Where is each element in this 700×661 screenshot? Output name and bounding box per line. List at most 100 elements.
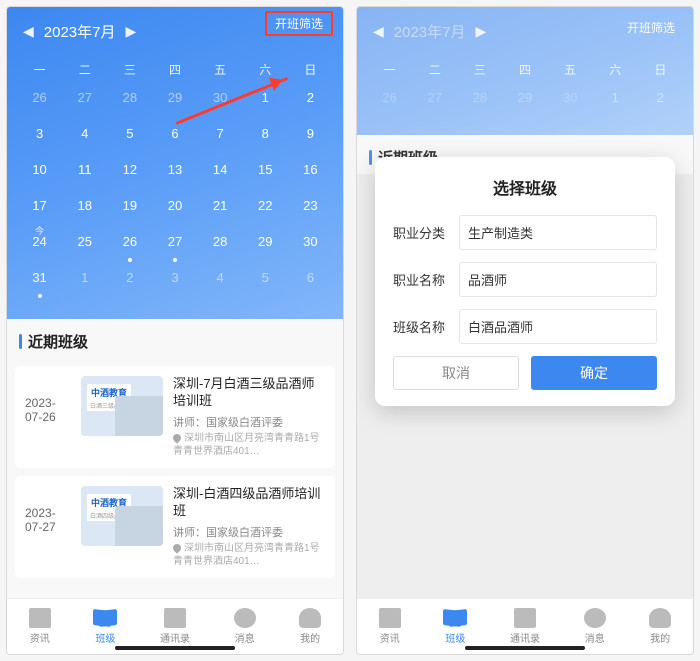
tab-news[interactable]: 资讯 (29, 608, 51, 645)
calendar-day[interactable]: 19 (107, 198, 152, 220)
calendar-day[interactable]: 6 (152, 126, 197, 148)
home-indicator (115, 646, 235, 650)
course-card[interactable]: 2023-07-27中酒教育白酒四级品酒师深圳-白酒四级品酒师培训班讲师：国家级… (15, 476, 335, 578)
modal-field-row: 职业分类生产制造类 (393, 215, 657, 250)
calendar-day[interactable]: 28 (107, 90, 152, 112)
calendar-day[interactable]: 9 (288, 126, 333, 148)
calendar-day[interactable]: 4 (62, 126, 107, 148)
calendar-day[interactable]: 5 (107, 126, 152, 148)
calendar-day[interactable]: 1 (62, 270, 107, 292)
course-card[interactable]: 2023-07-26中酒教育白酒三级品酒师深圳-7月白酒三级品酒师培训班讲师：国… (15, 366, 335, 468)
calendar-day[interactable]: 23 (288, 198, 333, 220)
calendar-day[interactable]: 27 (62, 90, 107, 112)
calendar-day[interactable]: 3 (17, 126, 62, 148)
modal-field-row: 班级名称白酒品酒师 (393, 309, 657, 344)
calendar-day[interactable]: 13 (152, 162, 197, 184)
prev-month-button[interactable]: ◀ (17, 23, 40, 40)
filter-button[interactable]: 开班筛选 (621, 15, 681, 40)
tab-class[interactable]: 班级 (94, 608, 116, 645)
calendar-day[interactable]: 28 (198, 234, 243, 256)
dow-cell: 二 (412, 61, 457, 78)
calendar-day[interactable]: 24今 (17, 234, 62, 256)
next-month-button[interactable]: ▶ (120, 23, 143, 40)
calendar-day[interactable]: 6 (288, 270, 333, 292)
calendar-grid[interactable]: 2627282930123456789101112131415161718192… (17, 90, 333, 292)
tab-label: 我的 (649, 630, 671, 645)
calendar-day[interactable]: 2 (107, 270, 152, 292)
calendar-day[interactable]: 8 (243, 126, 288, 148)
calendar-day[interactable]: 31 (17, 270, 62, 292)
tab-mine[interactable]: 我的 (299, 608, 321, 645)
cancel-button[interactable]: 取消 (393, 356, 519, 390)
tab-label: 消息 (234, 630, 256, 645)
course-thumbnail: 中酒教育白酒三级品酒师 (81, 376, 163, 436)
calendar-day[interactable]: 3 (152, 270, 197, 292)
filter-button[interactable]: 开班筛选 (275, 17, 323, 31)
day-of-week-row: 一二三四五六日 (367, 61, 683, 78)
tab-icon (299, 608, 321, 628)
course-list[interactable]: 2023-07-26中酒教育白酒三级品酒师深圳-7月白酒三级品酒师培训班讲师：国… (7, 358, 343, 598)
tab-contacts[interactable]: 通讯录 (160, 608, 190, 645)
modal-field-row: 职业名称品酒师 (393, 262, 657, 297)
tab-icon (379, 608, 401, 628)
calendar-day[interactable]: 14 (198, 162, 243, 184)
confirm-button[interactable]: 确定 (531, 356, 657, 390)
field-select[interactable]: 生产制造类 (459, 215, 657, 250)
tab-messages[interactable]: 消息 (584, 608, 606, 645)
tab-news[interactable]: 资讯 (379, 608, 401, 645)
tab-icon (444, 608, 466, 628)
calendar-day[interactable]: 5 (243, 270, 288, 292)
calendar-day: 29 (502, 90, 547, 112)
calendar-day: 1 (593, 90, 638, 112)
tab-contacts[interactable]: 通讯录 (510, 608, 540, 645)
tab-icon (649, 608, 671, 628)
dow-cell: 日 (638, 61, 683, 78)
course-title: 深圳-白酒四级品酒师培训班 (173, 486, 325, 520)
select-class-modal: 选择班级 职业分类生产制造类职业名称品酒师班级名称白酒品酒师 取消 确定 (375, 157, 675, 406)
calendar-day[interactable]: 29 (152, 90, 197, 112)
calendar-day[interactable]: 27 (152, 234, 197, 256)
next-month-button[interactable]: ▶ (470, 23, 493, 40)
prev-month-button[interactable]: ◀ (367, 23, 390, 40)
dow-cell: 二 (62, 61, 107, 78)
calendar-day[interactable]: 2 (288, 90, 333, 112)
calendar-day[interactable]: 10 (17, 162, 62, 184)
dow-cell: 五 (198, 61, 243, 78)
calendar-day[interactable]: 16 (288, 162, 333, 184)
course-title: 深圳-7月白酒三级品酒师培训班 (173, 376, 325, 410)
calendar-day[interactable]: 17 (17, 198, 62, 220)
calendar-grid: 262728293012 (367, 90, 683, 112)
tab-label: 消息 (584, 630, 606, 645)
calendar-day[interactable]: 26 (107, 234, 152, 256)
calendar-day[interactable]: 25 (62, 234, 107, 256)
field-select[interactable]: 品酒师 (459, 262, 657, 297)
calendar-day[interactable]: 20 (152, 198, 197, 220)
course-thumbnail: 中酒教育白酒四级品酒师 (81, 486, 163, 546)
calendar-day[interactable]: 11 (62, 162, 107, 184)
calendar-day[interactable]: 29 (243, 234, 288, 256)
calendar-day[interactable]: 7 (198, 126, 243, 148)
tab-class[interactable]: 班级 (444, 608, 466, 645)
field-label: 班级名称 (393, 317, 459, 336)
tab-messages[interactable]: 消息 (234, 608, 256, 645)
dow-cell: 一 (367, 61, 412, 78)
calendar-day[interactable]: 18 (62, 198, 107, 220)
calendar-title: 2023年7月 (394, 21, 466, 42)
tab-label: 班级 (444, 630, 466, 645)
calendar-day[interactable]: 15 (243, 162, 288, 184)
calendar-day[interactable]: 30 (288, 234, 333, 256)
dow-cell: 五 (548, 61, 593, 78)
calendar-day[interactable]: 26 (17, 90, 62, 112)
calendar-day[interactable]: 12 (107, 162, 152, 184)
calendar-day[interactable]: 22 (243, 198, 288, 220)
field-select[interactable]: 白酒品酒师 (459, 309, 657, 344)
calendar-day[interactable]: 30 (198, 90, 243, 112)
dow-cell: 三 (107, 61, 152, 78)
phone-right: ◀ 2023年7月 ▶ 开班筛选 一二三四五六日 262728293012 近期… (356, 6, 694, 655)
tab-label: 班级 (94, 630, 116, 645)
calendar-day[interactable]: 21 (198, 198, 243, 220)
calendar-title: 2023年7月 (44, 21, 116, 42)
tab-mine[interactable]: 我的 (649, 608, 671, 645)
calendar-day[interactable]: 4 (198, 270, 243, 292)
calendar-day: 2 (638, 90, 683, 112)
